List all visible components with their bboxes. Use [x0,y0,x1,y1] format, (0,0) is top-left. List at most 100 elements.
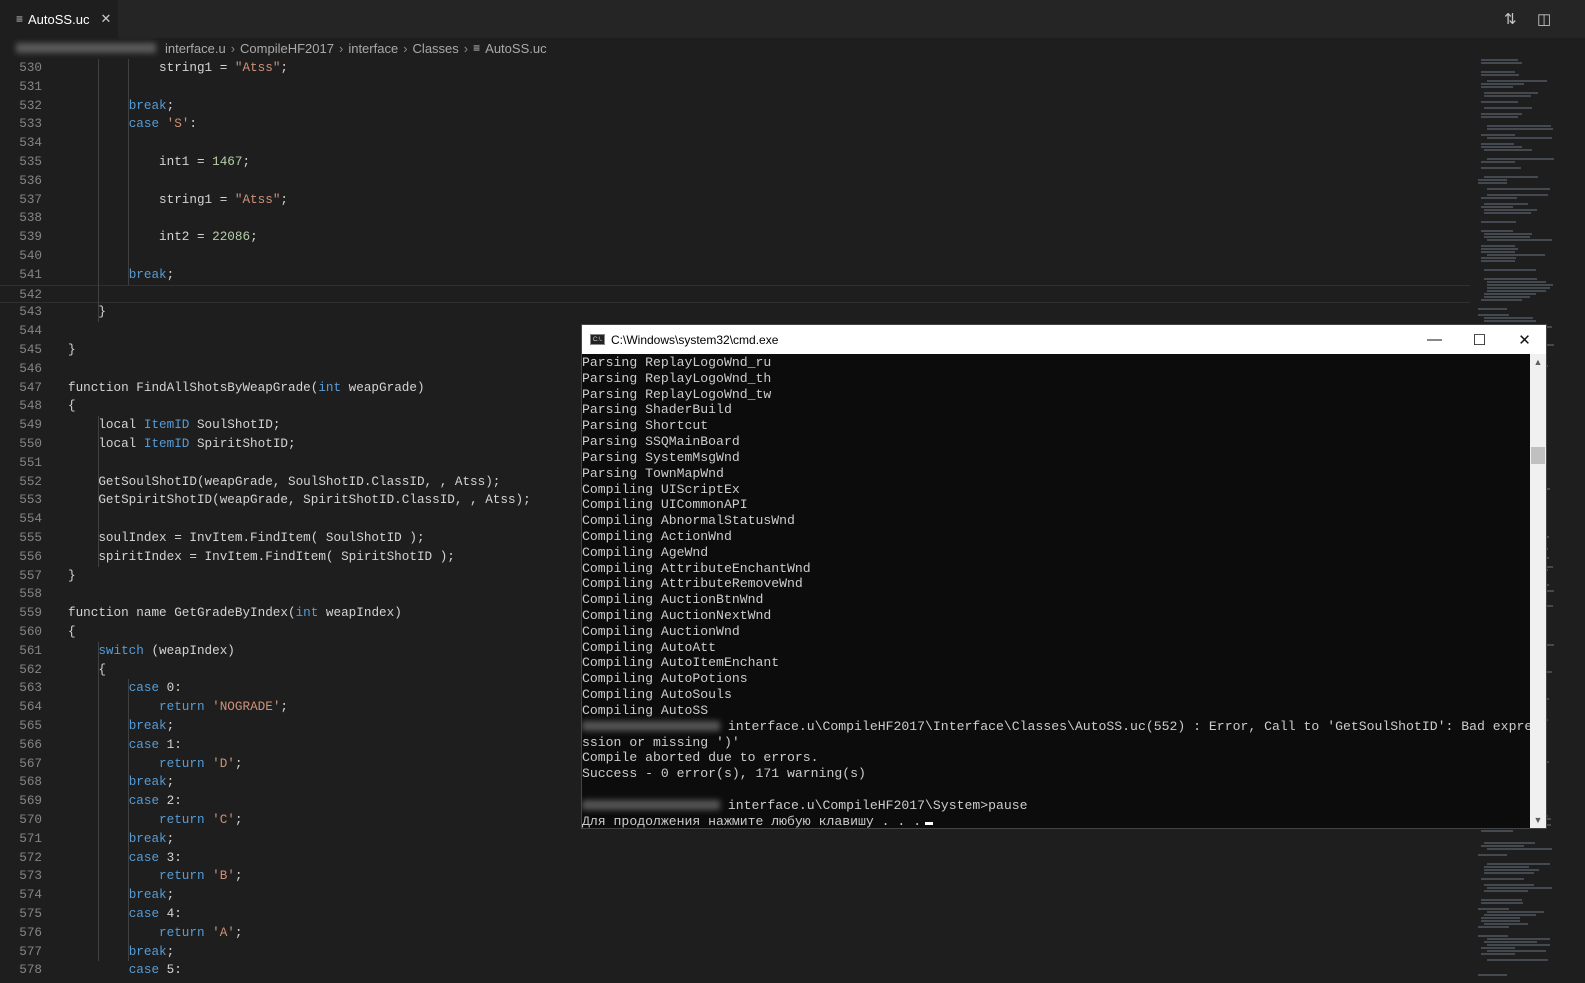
cmd-line-text: interface.u\CompileHF2017\System>pause [727,797,1028,813]
indent-guide [98,641,99,962]
scrollbar-thumb[interactable] [1531,447,1545,464]
cmd-line: Compiling AgeWnd [582,545,1531,561]
line-number: 547 [19,379,42,395]
line-code: break; [68,773,175,792]
line-code: { [68,623,76,642]
line-number: 560 [19,624,42,639]
code-line[interactable]: 571 break; [0,830,1470,849]
minimap-line [1478,935,1508,937]
cmd-title: C:\Windows\system32\cmd.exe [611,332,779,347]
code-token: 1467 [212,154,243,169]
code-token: 2: [159,793,182,809]
code-line[interactable]: 539 int2 = 22086; [0,228,1470,247]
minimap-line [1481,248,1518,250]
scroll-down-arrow-icon[interactable]: ▼ [1530,812,1546,828]
code-line[interactable]: 543 } [0,303,1470,322]
code-line[interactable]: 575 case 4: [0,905,1470,924]
code-token: return [159,812,205,827]
line-number: 542 [19,286,42,302]
cmd-scrollbar[interactable]: ▲ ▼ [1530,354,1546,828]
code-line[interactable]: 533 case 'S': [0,115,1470,134]
code-line[interactable]: 540 [0,247,1470,266]
cmd-line-text: Compiling AttributeRemoveWnd [582,576,803,592]
minimap-line [1487,128,1553,130]
close-icon[interactable]: ✕ [100,11,111,27]
code-token: local [68,436,144,451]
scroll-up-arrow-icon[interactable]: ▲ [1530,354,1546,370]
blurred-path [16,43,156,53]
code-token: ; [234,924,243,940]
code-line[interactable]: 577 break; [0,943,1470,962]
code-line[interactable]: 531 [0,78,1470,97]
compare-changes-icon[interactable]: ⇅ [1504,10,1517,28]
breadcrumb-item[interactable]: Classes [413,41,459,56]
minimap-line [1481,146,1522,148]
minimap-line [1481,206,1513,208]
minimap-line [1481,947,1515,949]
code-line[interactable]: 573 return 'B'; [0,867,1470,886]
code-token: case [128,793,160,809]
minimap-line [1487,290,1546,292]
code-line[interactable]: 538 [0,209,1470,228]
line-number: 562 [19,661,42,677]
code-token: GetSoulShotID(weapGrade, SoulShotID.Clas… [68,473,501,489]
code-line[interactable]: 578 case 5: [0,961,1470,980]
code-line[interactable]: 536 [0,172,1470,191]
line-code: break; [68,943,175,962]
cmd-line: Parsing SSQMainBoard [582,434,1531,450]
code-line[interactable]: 532 break; [0,97,1470,116]
line-code: break; [68,886,175,905]
maximize-button[interactable]: ☐ [1457,325,1502,354]
line-code: function FindAllShotsByWeapGrade(int wea… [68,379,425,398]
cmd-line: Compiling UICommonAPI [582,497,1531,513]
minimize-button[interactable]: — [1412,325,1457,354]
breadcrumb-item[interactable]: CompileHF2017 [240,41,334,56]
cmd-line-text: interface.u\CompileHF2017\Interface\Clas… [727,718,1531,734]
line-number: 554 [19,511,42,527]
code-line[interactable]: 537 string1 = "Atss"; [0,191,1470,210]
cmd-title-bar[interactable]: C:\. C:\Windows\system32\cmd.exe — ☐ ✕ [582,325,1546,354]
close-button[interactable]: ✕ [1502,325,1547,354]
cmd-line: ssion or missing ')' [582,735,1531,751]
split-editor-icon[interactable]: ◫ [1537,10,1551,28]
code-line[interactable]: 530 string1 = "Atss"; [0,59,1470,78]
code-line[interactable]: 535 int1 = 1467; [0,153,1470,172]
code-token: 'B' [212,868,235,884]
line-number: 551 [19,454,42,470]
code-token: weapIndex) [318,605,402,621]
code-token: ; [166,266,175,282]
minimap-line [1478,182,1507,184]
line-number: 550 [19,436,42,451]
cmd-line-text: Compile aborted due to errors. [582,750,819,766]
cmd-line: Success - 0 error(s), 171 warning(s) [582,766,1531,782]
cmd-line: Для продолжения нажмите любую клавишу . … [582,814,1531,828]
cmd-line [582,782,1531,798]
minimap-line [1487,194,1548,196]
line-number: 548 [19,398,42,414]
minimap-line [1478,179,1507,181]
code-line[interactable]: 541 break; [0,266,1470,285]
code-token: ItemID [143,417,190,433]
line-number: 555 [19,530,42,545]
minimap-line [1484,176,1538,178]
minimap-line [1481,260,1515,262]
cmd-window[interactable]: C:\. C:\Windows\system32\cmd.exe — ☐ ✕ P… [581,324,1547,829]
minimap-line [1487,125,1551,127]
cmd-line: Parsing ReplayLogoWnd_ru [582,355,1531,371]
line-code: break; [68,266,175,285]
code-line[interactable]: 542 [0,284,1470,304]
code-line[interactable]: 572 case 3: [0,849,1470,868]
line-number: 546 [19,360,42,376]
code-line[interactable]: 534 [0,134,1470,153]
code-token: int2 = [68,229,213,245]
code-line[interactable]: 576 return 'A'; [0,924,1470,943]
minimap-line [1484,236,1530,238]
breadcrumb-item[interactable]: AutoSS.uc [485,41,546,56]
code-line[interactable]: 574 break; [0,886,1470,905]
breadcrumb-item[interactable]: interface [348,41,398,56]
breadcrumb-item[interactable]: interface.u [165,41,226,56]
tab-autoss[interactable]: ≡ AutoSS.uc ✕ [0,0,118,38]
